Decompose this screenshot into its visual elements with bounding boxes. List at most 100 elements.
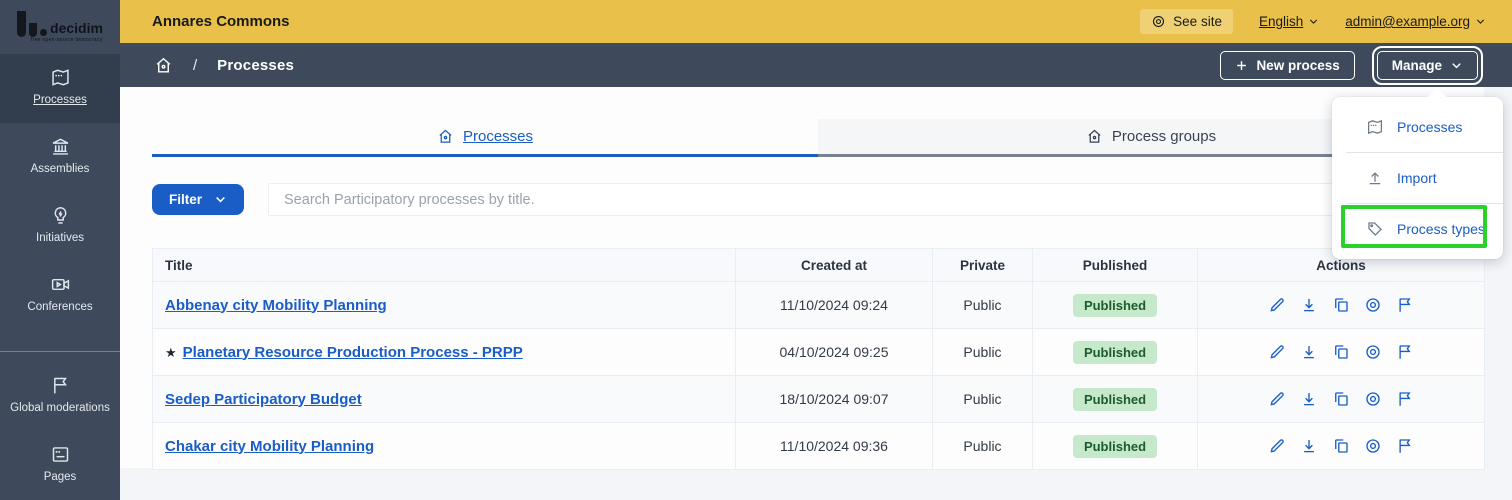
sidebar-item-initiatives[interactable]: Initiatives (0, 192, 120, 261)
preview-icon[interactable] (1364, 296, 1382, 314)
video-icon (51, 278, 69, 290)
edit-icon[interactable] (1268, 437, 1286, 455)
filter-row: Filter (152, 183, 1484, 216)
plus-icon (1237, 60, 1247, 70)
sidebar-item-label: Processes (33, 94, 87, 107)
sidebar-item-label: Assemblies (30, 163, 90, 176)
menu-item-processes[interactable]: Processes (1332, 102, 1503, 152)
breadcrumb-separator: / (193, 56, 198, 74)
sidebar-item-assemblies[interactable]: Assemblies (0, 123, 120, 192)
download-icon[interactable] (1300, 390, 1318, 408)
home-icon (1088, 129, 1101, 143)
language-label: English (1258, 14, 1304, 29)
column-header-title: Title (152, 248, 736, 282)
decidim-logo-mark: decidim (17, 11, 103, 38)
chevron-down-icon (1452, 62, 1461, 68)
sidebar-item-conferences[interactable]: Conferences (0, 261, 120, 330)
see-site-button[interactable]: See site (1140, 9, 1233, 34)
manage-button[interactable]: Manage (1371, 45, 1484, 85)
main-content: Processes Process groups Filter Title Cr… (120, 87, 1485, 470)
filter-button[interactable]: Filter (152, 184, 245, 215)
edit-icon[interactable] (1268, 390, 1286, 408)
process-title-link[interactable]: Planetary Resource Production Process - … (183, 344, 523, 361)
column-header-published: Published (1032, 248, 1198, 282)
duplicate-icon[interactable] (1332, 343, 1350, 361)
process-title-link[interactable]: Sedep Participatory Budget (165, 391, 362, 408)
table-row: Chakar city Mobility Planning 11/10/2024… (152, 422, 1485, 470)
private-cell: Public (932, 422, 1033, 470)
flag-icon[interactable] (1396, 296, 1414, 314)
menu-item-label: Processes (1397, 119, 1463, 135)
map-icon (51, 69, 69, 86)
new-process-button[interactable]: New process (1220, 50, 1355, 80)
account-dropdown[interactable]: admin@example.org (1345, 14, 1486, 29)
language-dropdown[interactable]: English (1259, 14, 1319, 29)
admin-sidebar: decidim free open-source democracy Proce… (0, 0, 120, 500)
decidim-logo-word: decidim (50, 20, 103, 37)
created-at-cell: 18/10/2024 09:07 (735, 375, 933, 423)
menu-item-process-types[interactable]: Process types (1332, 204, 1503, 254)
account-label: admin@example.org (1345, 14, 1470, 29)
published-badge: Published (1072, 434, 1158, 458)
manage-label: Manage (1391, 57, 1442, 73)
flag-icon[interactable] (1396, 343, 1414, 361)
home-icon (156, 57, 171, 73)
published-badge: Published (1072, 340, 1158, 364)
tab-processes[interactable]: Processes (152, 119, 818, 157)
column-header-private: Private (932, 248, 1033, 282)
menu-item-label: Import (1397, 170, 1437, 186)
menu-item-import[interactable]: Import (1332, 153, 1503, 203)
organization-title: Annares Commons (152, 13, 290, 30)
sidebar-item-pages[interactable]: Pages (0, 431, 120, 500)
process-title-link[interactable]: Abbenay city Mobility Planning (165, 297, 387, 314)
table-row: Sedep Participatory Budget 18/10/2024 09… (152, 375, 1485, 423)
sidebar-item-label: Global moderations (10, 402, 110, 415)
sidebar-item-processes[interactable]: Processes (0, 54, 120, 124)
preview-icon[interactable] (1364, 390, 1382, 408)
published-badge: Published (1072, 387, 1158, 411)
map-icon (1367, 119, 1383, 135)
duplicate-icon[interactable] (1332, 390, 1350, 408)
processes-table: Title Created at Private Published Actio… (152, 248, 1485, 470)
menu-item-label: Process types (1397, 221, 1485, 237)
breadcrumb-bar: / Processes New process Manage (120, 43, 1512, 87)
page-icon (52, 447, 68, 463)
download-icon[interactable] (1300, 296, 1318, 314)
private-cell: Public (932, 281, 1033, 329)
created-at-cell: 04/10/2024 09:25 (735, 328, 933, 376)
bank-icon (52, 138, 68, 155)
upload-icon (1369, 172, 1381, 185)
edit-icon[interactable] (1268, 296, 1286, 314)
dropdown-caret (1427, 88, 1447, 97)
flag-icon[interactable] (1396, 437, 1414, 455)
sidebar-divider (0, 351, 120, 353)
preview-icon[interactable] (1364, 343, 1382, 361)
download-icon[interactable] (1300, 437, 1318, 455)
sidebar-item-global-moderations[interactable]: Global moderations (0, 362, 120, 431)
duplicate-icon[interactable] (1332, 437, 1350, 455)
home-button[interactable] (154, 56, 173, 75)
decidim-logo[interactable]: decidim free open-source democracy (0, 0, 120, 54)
tab-bar: Processes Process groups (152, 119, 1484, 157)
preview-icon[interactable] (1364, 437, 1382, 455)
private-cell: Public (932, 328, 1033, 376)
column-header-created-at: Created at (735, 248, 933, 282)
highlighted-star-icon: ★ (165, 344, 177, 360)
flag-icon[interactable] (1396, 390, 1414, 408)
duplicate-icon[interactable] (1332, 296, 1350, 314)
created-at-cell: 11/10/2024 09:24 (735, 281, 933, 329)
table-row: Abbenay city Mobility Planning 11/10/202… (152, 281, 1485, 329)
manage-dropdown-menu: Processes Import Process types (1332, 97, 1503, 259)
download-icon[interactable] (1300, 343, 1318, 361)
flag-icon (53, 378, 67, 394)
home-icon (439, 129, 452, 143)
search-input[interactable] (268, 183, 1484, 216)
table-header-row: Title Created at Private Published Actio… (152, 248, 1485, 282)
filter-label: Filter (169, 192, 203, 207)
edit-icon[interactable] (1268, 343, 1286, 361)
lightbulb-icon (54, 206, 66, 224)
process-title-link[interactable]: Chakar city Mobility Planning (165, 438, 374, 455)
sidebar-item-label: Pages (43, 471, 77, 484)
tab-label: Process groups (1111, 128, 1217, 145)
new-process-label: New process (1256, 57, 1340, 73)
